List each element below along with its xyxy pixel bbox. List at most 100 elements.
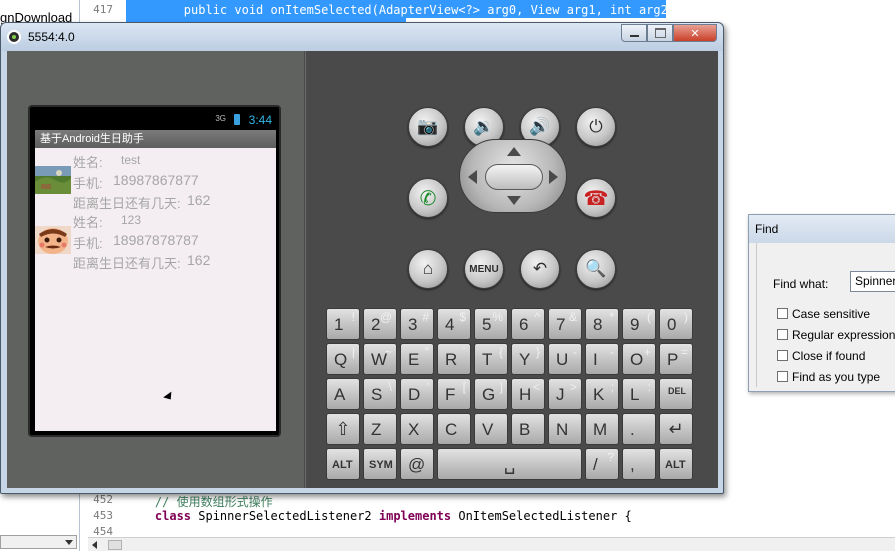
key-1-8[interactable]: O + [622, 343, 656, 375]
slash-key[interactable]: /? [585, 448, 619, 480]
key-1-3[interactable]: R ` [437, 343, 471, 375]
key-3-4[interactable]: V [474, 413, 508, 445]
device-screen[interactable]: 3G 3:44 基于Android生日助手 姓名: test 手机: 18987… [28, 105, 281, 437]
minimize-button[interactable] [621, 24, 647, 42]
dpad-down-icon[interactable] [507, 196, 521, 205]
camera-icon: 📷 [417, 117, 439, 136]
key-2-5[interactable]: H < [511, 378, 545, 410]
key-3-0[interactable]: ⇧ [326, 413, 360, 445]
checkbox-icon[interactable] [777, 329, 788, 340]
key-0-1[interactable]: 2 @ [363, 308, 397, 340]
key-3-7[interactable]: M [585, 413, 619, 445]
key-3-8[interactable]: . [622, 413, 656, 445]
checkbox-icon[interactable] [777, 371, 788, 382]
key-2-3[interactable]: F[ [437, 378, 471, 410]
comma-key[interactable]: , [622, 448, 656, 480]
key-label: X [408, 420, 420, 439]
landscape-photo-icon [35, 166, 71, 194]
camera-button[interactable]: 📷 [408, 107, 448, 147]
key-label: U [556, 350, 569, 369]
name-value: 123 [121, 213, 142, 227]
close-button[interactable]: ✕ [673, 24, 717, 42]
key-1-7[interactable]: I- [585, 343, 619, 375]
dpad-left-icon[interactable] [468, 170, 477, 184]
key-2-4[interactable]: G] [474, 378, 508, 410]
list-item[interactable]: 姓名: 123 手机: 18987878787 距离生日还有几天: 162 [35, 210, 276, 271]
emulator-window: 5554:4.0 ✕ 3G 3:44 基于Android生日助手 姓名: tes… [0, 22, 724, 494]
key-0-6[interactable]: 7 & [548, 308, 582, 340]
key-3-3[interactable]: C [437, 413, 471, 445]
dpad[interactable] [459, 139, 567, 213]
space-key[interactable]: ␣ [437, 448, 582, 480]
key-0-8[interactable]: 9( [622, 308, 656, 340]
key-2-2[interactable]: D ' [400, 378, 434, 410]
key-0-2[interactable]: 3 # [400, 308, 434, 340]
checkbox-icon[interactable] [777, 350, 788, 361]
key-1-4[interactable]: T{ [474, 343, 508, 375]
key-0-0[interactable]: 1! [326, 308, 360, 340]
at-key[interactable]: @ [400, 448, 434, 480]
key-2-6[interactable]: J > [548, 378, 582, 410]
line-number: 453 [93, 509, 113, 522]
key-1-0[interactable]: Q | [326, 343, 360, 375]
code-keyword: class [154, 509, 192, 523]
find-what-input[interactable]: SpinnerS [850, 271, 895, 292]
search-button[interactable]: 🔍 [576, 249, 616, 289]
dpad-right-icon[interactable] [549, 170, 558, 184]
line-number: 452 [93, 493, 113, 506]
key-0-5[interactable]: 6 ^ [511, 308, 545, 340]
phone-value: 18987878787 [113, 232, 199, 248]
key-0-3[interactable]: 4 $ [437, 308, 471, 340]
key-1-9[interactable]: P = [659, 343, 693, 375]
key-3-9[interactable]: ↵ [659, 413, 693, 445]
emulator-titlebar[interactable]: 5554:4.0 ✕ [1, 23, 723, 51]
key-label: S [371, 385, 383, 404]
key-alt-label: ) [684, 310, 688, 324]
key-2-9[interactable]: DEL [659, 378, 693, 410]
scroll-left-icon[interactable] [92, 541, 97, 549]
mouse-pointer-icon [163, 391, 175, 403]
key-2-0[interactable]: A [326, 378, 360, 410]
checkbox-icon[interactable] [777, 308, 788, 319]
key-3-5[interactable]: B [511, 413, 545, 445]
key-3-6[interactable]: N [548, 413, 582, 445]
key-1-5[interactable]: Y} [511, 343, 545, 375]
key-1-2[interactable]: E " [400, 343, 434, 375]
maximize-button[interactable] [647, 24, 673, 42]
sym-key[interactable]: SYM [363, 448, 397, 480]
horizontal-scrollbar[interactable] [88, 537, 895, 551]
key-1-1[interactable]: W ~ [363, 343, 397, 375]
scroll-thumb[interactable] [108, 540, 122, 550]
dpad-center-button[interactable] [485, 164, 543, 190]
power-button[interactable]: ⏻ [576, 107, 616, 147]
code-line: // 使用数组形式操作 [126, 493, 273, 510]
back-button[interactable]: ↶ [520, 249, 560, 289]
key-label: F [445, 385, 456, 404]
alt-key-left[interactable]: ALT [326, 448, 360, 480]
contact-list[interactable]: 姓名: test 手机: 18987867877 距离生日还有几天: 162 姓… [35, 148, 276, 431]
power-icon: ⏻ [589, 117, 603, 136]
key-0-4[interactable]: 5% [474, 308, 508, 340]
key-3-2[interactable]: X [400, 413, 434, 445]
key-0-7[interactable]: 8 * [585, 308, 619, 340]
panel-dropdown[interactable] [0, 535, 77, 549]
key-2-7[interactable]: K; [585, 378, 619, 410]
menu-button[interactable]: MENU [464, 249, 504, 289]
alt-key-right[interactable]: ALT [659, 448, 693, 480]
key-0-9[interactable]: 0) [659, 308, 693, 340]
days-value: 162 [187, 192, 211, 208]
key-2-8[interactable]: L: [622, 378, 656, 410]
dpad-up-icon[interactable] [507, 147, 521, 156]
key-3-1[interactable]: Z [363, 413, 397, 445]
list-item[interactable]: 姓名: test 手机: 18987867877 距离生日还有几天: 162 [35, 150, 276, 211]
key-1-6[interactable]: U- [548, 343, 582, 375]
call-button[interactable]: ✆ [408, 178, 448, 218]
key-2-1[interactable]: S \ [363, 378, 397, 410]
key-label: G [482, 385, 496, 404]
home-button[interactable]: ⌂ [408, 249, 448, 289]
key-alt-label: ' [426, 380, 429, 394]
find-dialog-title[interactable]: Find [749, 215, 895, 243]
end-call-button[interactable]: ☎ [576, 178, 616, 218]
key-label: 7 [556, 315, 566, 334]
key-label: ↵ [668, 418, 684, 439]
